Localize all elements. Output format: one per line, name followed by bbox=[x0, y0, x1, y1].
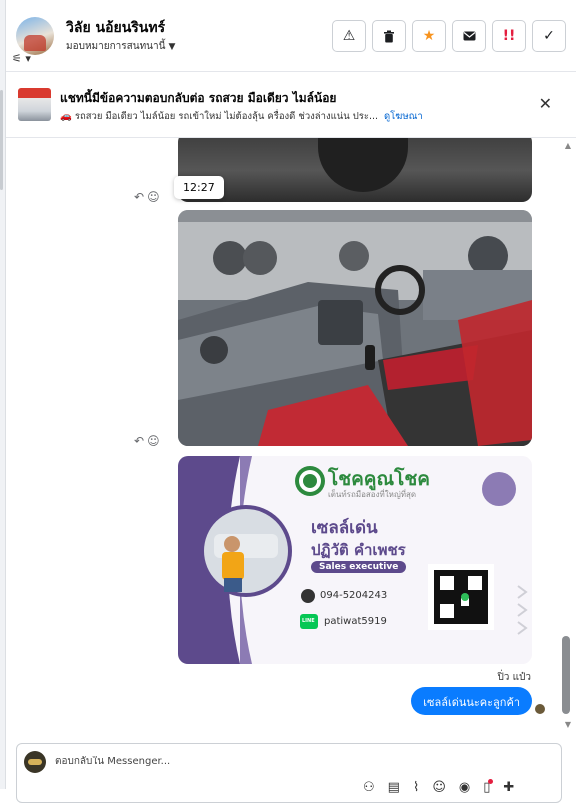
message-thread: ↶☺ 12:27 ↶☺ โชคคูณโชค เต็นท์รถมือสองที่ใ… bbox=[6, 138, 576, 738]
ad-banner-title: แชทนี้มีข้อความตอบกลับต่อ รถสวย มือเดียว… bbox=[60, 91, 337, 105]
message-reactions: ↶☺ bbox=[134, 190, 163, 204]
card-phone: 094-5204243 bbox=[320, 590, 388, 601]
bag-icon[interactable]: ▤ bbox=[388, 780, 400, 795]
mark-unread-button[interactable] bbox=[452, 20, 486, 52]
contact-avatar[interactable] bbox=[16, 17, 54, 55]
report-spam-button[interactable]: ⚠ bbox=[332, 20, 366, 52]
seen-avatar bbox=[534, 703, 546, 715]
attach-icon[interactable]: ⌇ bbox=[413, 780, 419, 795]
scroll-up-arrow[interactable]: ▲ bbox=[565, 141, 571, 150]
composer-toolbar: ⚇ ▤ ⌇ ☺ ◉ ▯ ✚ bbox=[363, 779, 514, 795]
messenger-inbox-panel: ⚟ ▾ วิลัย นอ้ยนรินทร์ มอบหมายการสนทนานี้… bbox=[0, 0, 576, 803]
reply-icon[interactable]: ↶ bbox=[134, 190, 147, 204]
assign-conversation-dropdown[interactable]: มอบหมายการสนทนานี้ ▼ bbox=[66, 39, 175, 54]
conversation-actions: ⚠ ★ !! ✓ bbox=[332, 20, 566, 52]
scroll-down-arrow[interactable]: ▼ bbox=[565, 720, 571, 729]
reply-composer: ⚇ ▤ ⌇ ☺ ◉ ▯ ✚ bbox=[16, 743, 562, 803]
caret-down-icon: ▼ bbox=[168, 42, 176, 52]
timestamp-tooltip: 12:27 bbox=[174, 176, 224, 199]
sales-business-card[interactable]: โชคคูณโชค เต็นท์รถมือสองที่ใหญ่ที่สุด เซ… bbox=[178, 456, 532, 664]
mark-important-button[interactable]: ★ bbox=[412, 20, 446, 52]
contact-name[interactable]: วิลัย นอ้ยนรินทร์ bbox=[66, 17, 165, 39]
filter-settings-button[interactable]: ⚟ ▾ bbox=[12, 52, 42, 68]
add-person-icon[interactable]: ⚇ bbox=[363, 780, 375, 795]
mobile-icon[interactable]: ▯ bbox=[483, 779, 494, 795]
car-interior-illustration bbox=[178, 210, 532, 446]
page-avatar bbox=[24, 751, 46, 773]
message-reactions: ↶☺ bbox=[134, 434, 163, 448]
scrollbar-thumb[interactable] bbox=[562, 636, 570, 714]
delete-button[interactable] bbox=[372, 20, 406, 52]
ad-banner-subtitle: 🚗 รถสวย มือเดียว ไมล์น้อย รถเข้าใหม่ ไม่… bbox=[60, 109, 423, 124]
star-icon: ★ bbox=[422, 28, 436, 44]
assign-label: มอบหมายการสนทนานี้ bbox=[66, 41, 166, 52]
sliders-icon: ⚟ bbox=[12, 52, 22, 65]
photo-car-interior[interactable] bbox=[178, 210, 532, 446]
ad-reply-banner: แชทนี้มีข้อความตอบกลับต่อ รถสวย มือเดียว… bbox=[6, 72, 576, 138]
follow-up-button[interactable]: !! bbox=[492, 20, 526, 52]
outgoing-message-bubble[interactable]: เซลล์เด่นนะคะลูกค้า bbox=[411, 687, 532, 715]
ad-description: 🚗 รถสวย มือเดียว ไมล์น้อย รถเข้าใหม่ ไม่… bbox=[60, 111, 379, 122]
warning-icon: ⚠ bbox=[342, 28, 356, 44]
reply-icon[interactable]: ↶ bbox=[134, 434, 147, 448]
plus-icon[interactable]: ✚ bbox=[503, 780, 514, 795]
gif-icon[interactable]: ◉ bbox=[459, 780, 470, 795]
card-line-id: patiwat5919 bbox=[324, 616, 387, 627]
sender-name: ปิ่ว แป๋ว bbox=[497, 672, 531, 683]
photo-car-gearshift[interactable] bbox=[178, 138, 532, 202]
emoji-icon[interactable]: ☺ bbox=[432, 780, 446, 795]
card-nickname: เซลล์เด่น bbox=[311, 518, 378, 538]
trash-icon bbox=[384, 30, 394, 42]
emoji-reaction-icon[interactable]: ☺ bbox=[147, 190, 163, 204]
card-position: Sales executive bbox=[311, 561, 407, 573]
conversation-header: ⚟ ▾ วิลัย นอ้ยนรินทร์ มอบหมายการสนทนานี้… bbox=[6, 0, 576, 72]
mail-icon bbox=[463, 31, 475, 41]
card-tagline: เต็นท์รถมือสองที่ใหญ่ที่สุด bbox=[328, 490, 417, 499]
reply-input[interactable] bbox=[55, 756, 505, 767]
urgent-icon: !! bbox=[502, 28, 516, 44]
card-full-name: ปฏิวัติ คำเพชร bbox=[311, 541, 406, 559]
close-icon[interactable]: ✕ bbox=[539, 94, 552, 113]
check-icon: ✓ bbox=[543, 28, 555, 44]
view-ad-link[interactable]: ดูโฆษณา bbox=[384, 111, 423, 122]
emoji-reaction-icon[interactable]: ☺ bbox=[147, 434, 163, 448]
mark-done-button[interactable]: ✓ bbox=[532, 20, 566, 52]
line-label: LINE bbox=[302, 618, 315, 624]
chevron-down-icon: ▾ bbox=[25, 52, 31, 65]
ad-thumbnail[interactable] bbox=[18, 88, 51, 121]
